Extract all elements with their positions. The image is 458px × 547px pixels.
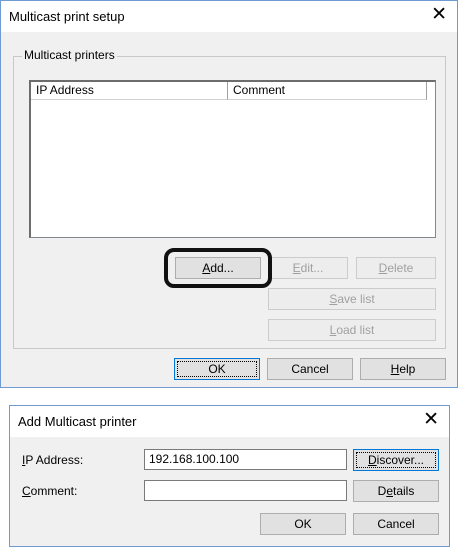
column-header-ip-address[interactable]: IP Address: [31, 82, 228, 100]
discover-button[interactable]: Discover...: [353, 449, 439, 471]
close-icon[interactable]: ✕: [423, 410, 439, 430]
multicast-print-setup-dialog: Multicast print setup ✕ Multicast printe…: [0, 0, 458, 388]
cancel-button[interactable]: Cancel: [353, 513, 439, 535]
add-button[interactable]: Add...: [175, 257, 261, 279]
comment-label: Comment:: [22, 484, 78, 498]
save-list-button[interactable]: Save list: [268, 288, 436, 310]
column-header-comment[interactable]: Comment: [228, 82, 427, 100]
add-dialog-title: Add Multicast printer: [18, 414, 137, 429]
delete-button[interactable]: Delete: [356, 257, 436, 279]
ok-button[interactable]: OK: [260, 513, 346, 535]
add-title-bar[interactable]: Add Multicast printer ✕: [10, 406, 449, 437]
help-button[interactable]: Help: [360, 358, 446, 380]
printer-list[interactable]: IP Address Comment: [29, 80, 436, 238]
close-icon[interactable]: ✕: [431, 5, 447, 25]
comment-field[interactable]: [144, 480, 347, 501]
ip-address-label: IP Address:: [22, 453, 84, 467]
ok-button[interactable]: OK: [174, 358, 260, 380]
cancel-button[interactable]: Cancel: [267, 358, 353, 380]
ip-address-field[interactable]: 192.168.100.100: [144, 449, 347, 470]
setup-title-bar[interactable]: Multicast print setup ✕: [1, 1, 457, 32]
setup-dialog-title: Multicast print setup: [9, 9, 125, 24]
load-list-button[interactable]: Load list: [268, 319, 436, 341]
group-label: Multicast printers: [22, 48, 117, 62]
multicast-printers-group: Multicast printers IP Address Comment Ad…: [13, 48, 446, 349]
details-button[interactable]: Details: [353, 480, 439, 502]
add-multicast-printer-dialog: Add Multicast printer ✕ IP Address: 192.…: [9, 405, 450, 547]
edit-button[interactable]: Edit...: [268, 257, 348, 279]
